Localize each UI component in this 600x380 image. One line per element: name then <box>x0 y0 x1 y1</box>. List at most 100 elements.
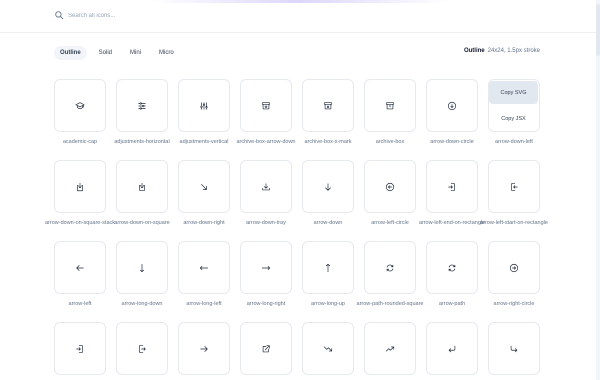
tab-micro[interactable]: Micro <box>153 46 180 60</box>
icon-card: arrow-path <box>426 241 478 307</box>
scrollbar[interactable] <box>596 0 600 380</box>
icon-tile[interactable] <box>488 160 540 213</box>
academic-cap-icon <box>75 101 85 109</box>
icon-tile[interactable] <box>302 241 354 294</box>
icon-label: arrow-right-circle <box>493 301 535 307</box>
icon-card: academic-cap <box>54 79 106 145</box>
icon-tile[interactable] <box>426 322 478 375</box>
icon-label: arrow-down-right <box>183 220 225 226</box>
icon-tile[interactable] <box>54 79 106 132</box>
icon-tile[interactable] <box>302 322 354 375</box>
icon-tile[interactable] <box>302 79 354 132</box>
arrow-turn-down-left-icon <box>448 345 456 352</box>
arrow-top-right-on-square-icon <box>262 344 270 352</box>
copy-popover: Copy SVG Copy JSX <box>489 81 538 130</box>
icon-card: arrow-down-circle <box>426 79 478 145</box>
icon-tile[interactable] <box>178 322 230 375</box>
style-info: Outline 24x24, 1.5px stroke <box>464 48 540 54</box>
icon-tile[interactable] <box>116 79 168 132</box>
icon-label: archive-box-x-mark <box>304 139 352 145</box>
arrow-path-rounded-square-icon <box>386 264 394 271</box>
icon-card: arrow-left <box>54 241 106 307</box>
icon-tile[interactable] <box>364 160 416 213</box>
search-bar <box>0 0 600 33</box>
icon-label: adjustments-horizontal <box>114 139 170 145</box>
style-tabs: Outline Solid Mini Micro <box>54 46 180 60</box>
icon-tile[interactable] <box>54 160 106 213</box>
icon-tile[interactable] <box>364 79 416 132</box>
icon-label: arrow-down-on-square <box>114 220 170 226</box>
icon-card <box>116 322 168 375</box>
archive-box-x-mark-icon <box>323 101 333 109</box>
icon-tile[interactable] <box>116 241 168 294</box>
icon-tile[interactable] <box>426 79 478 132</box>
icon-label: academic-cap <box>62 139 98 145</box>
icon-label: arrow-left <box>68 301 92 307</box>
icon-tile[interactable] <box>54 322 106 375</box>
icon-card <box>240 322 292 375</box>
archive-box-icon <box>385 101 395 109</box>
tab-solid[interactable]: Solid <box>93 46 118 60</box>
icon-label: arrow-left-circle <box>371 220 409 226</box>
icon-tile[interactable] <box>54 241 106 294</box>
arrow-turn-down-right-icon <box>510 345 518 352</box>
icon-card <box>178 322 230 375</box>
icon-label: archive-box-arrow-down <box>236 139 296 145</box>
icon-tile[interactable] <box>364 322 416 375</box>
icon-card: arrow-path-rounded-square <box>357 241 423 307</box>
arrow-right-icon <box>200 345 208 352</box>
arrow-down-circle-icon <box>447 101 457 110</box>
icon-tile[interactable] <box>240 322 292 375</box>
arrow-down-icon <box>325 182 331 191</box>
icon-card: archive-box-x-mark <box>302 79 354 145</box>
icon-tile[interactable] <box>488 241 540 294</box>
icon-label: arrow-left-end-on-rectangle <box>418 220 486 226</box>
icon-tile[interactable] <box>178 160 230 213</box>
arrow-down-right-icon <box>201 183 207 190</box>
icon-card: arrow-long-up <box>302 241 354 307</box>
icon-tile[interactable] <box>488 322 540 375</box>
arrow-long-down-icon <box>140 263 144 272</box>
copy-svg-button[interactable]: Copy SVG <box>489 81 538 104</box>
copy-jsx-button[interactable]: Copy JSX <box>489 107 538 130</box>
arrow-left-start-on-rectangle-icon <box>511 182 518 191</box>
icon-card <box>54 322 106 375</box>
icon-label: arrow-down-left <box>495 139 533 145</box>
scrollbar-thumb[interactable] <box>596 4 600 56</box>
tab-mini[interactable]: Mini <box>124 46 147 60</box>
icon-tile[interactable] <box>426 241 478 294</box>
icon-tile[interactable] <box>240 160 292 213</box>
icon-label: arrow-down-circle <box>430 139 474 145</box>
icon-card: arrow-down <box>302 160 354 226</box>
adjustments-vertical-icon <box>200 101 208 110</box>
arrow-down-tray-icon <box>262 182 270 190</box>
icon-tile[interactable] <box>178 241 230 294</box>
icon-grid: academic-cap adjustments-horizontal adjust… <box>45 79 548 380</box>
icon-tile[interactable] <box>178 79 230 132</box>
icon-card <box>426 322 478 375</box>
arrow-left-circle-icon <box>385 182 395 191</box>
icon-card <box>488 322 540 375</box>
search-input[interactable] <box>68 10 488 22</box>
icon-label: arrow-path-rounded-square <box>356 301 424 307</box>
icon-card: adjustments-vertical <box>178 79 230 145</box>
icon-card: adjustments-horizontal <box>114 79 170 145</box>
icon-card: archive-box <box>364 79 416 145</box>
arrow-long-left-icon <box>199 265 209 270</box>
icon-card: arrow-down-tray <box>240 160 292 226</box>
arrow-right-circle-icon <box>509 263 519 272</box>
arrow-right-start-on-rectangle-icon <box>139 344 146 353</box>
icon-tile[interactable] <box>426 160 478 213</box>
icon-label: arrow-down-tray <box>246 220 286 226</box>
icon-tile[interactable] <box>240 79 292 132</box>
icon-tile[interactable] <box>302 160 354 213</box>
tab-outline[interactable]: Outline <box>54 46 87 60</box>
search-icon <box>55 11 64 20</box>
icon-card: arrow-left-circle <box>364 160 416 226</box>
icon-tile[interactable] <box>116 160 168 213</box>
icon-card <box>364 322 416 375</box>
icon-tile[interactable] <box>116 322 168 375</box>
icon-tile[interactable] <box>240 241 292 294</box>
arrow-trending-down-icon <box>323 346 333 351</box>
icon-tile[interactable] <box>364 241 416 294</box>
